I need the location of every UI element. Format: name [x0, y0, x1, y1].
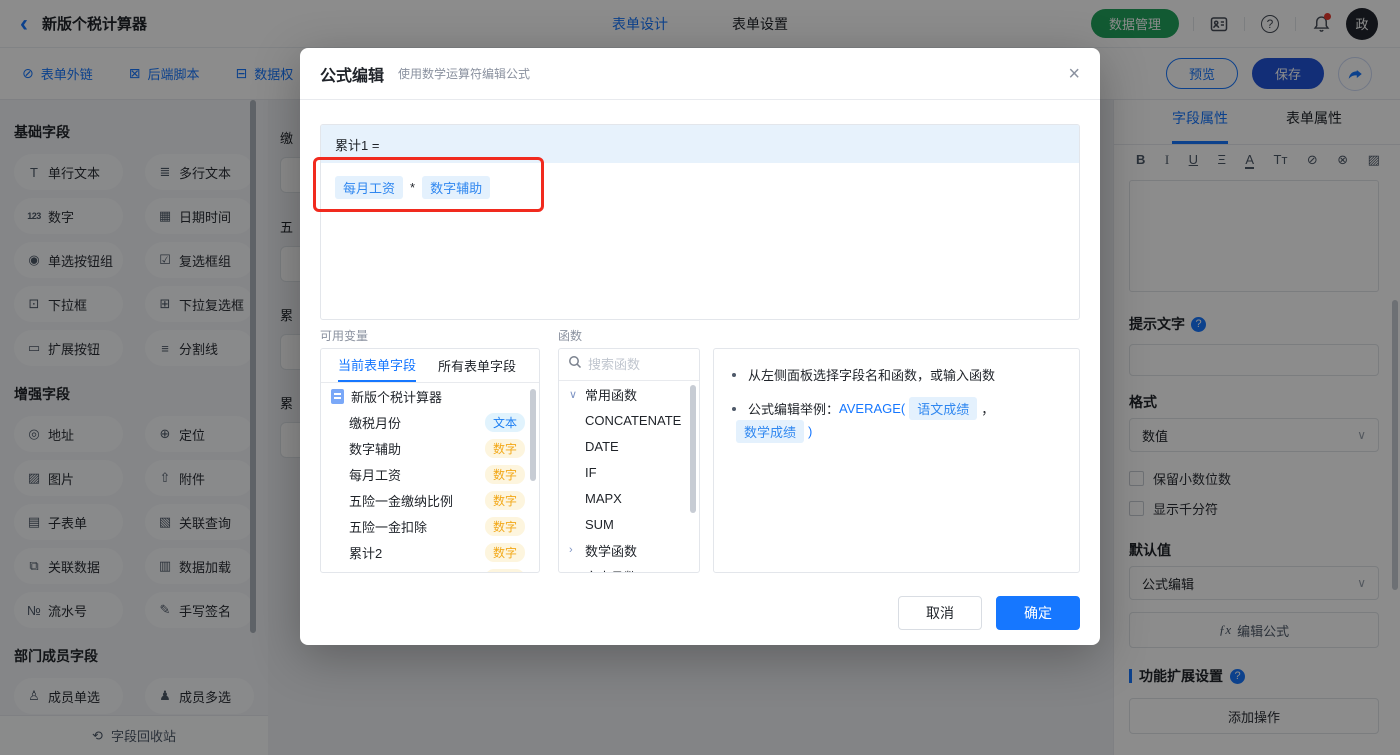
- example-field-chip: 语文成绩: [909, 397, 978, 420]
- example-function: AVERAGE(: [839, 401, 906, 416]
- formula-help-panel: 从左侧面板选择字段名和函数，或输入函数 公式编辑举例： AVERAGE( 语文成…: [713, 348, 1080, 573]
- tip-text: 从左侧面板选择字段名和函数，或输入函数: [748, 368, 996, 383]
- chevron-down-icon: ∨: [569, 388, 578, 401]
- variable-type-badge: 数字: [484, 516, 525, 536]
- variables-label: 可用变量: [320, 329, 369, 343]
- function-item[interactable]: CONCATENATE: [559, 407, 699, 433]
- formula-editor-area[interactable]: 累计1 = 每月工资 * 数字辅助: [320, 124, 1080, 320]
- variable-type-badge: 文本: [484, 412, 525, 432]
- tab-current-form-fields[interactable]: 当前表单字段: [338, 349, 417, 382]
- chevron-right-icon: ›: [569, 570, 579, 572]
- variable-type-badge: 数字: [484, 438, 525, 458]
- form-doc-icon: [331, 388, 344, 404]
- function-item[interactable]: SUM: [559, 511, 699, 537]
- variable-name: 缴税月份: [349, 415, 402, 431]
- function-item[interactable]: IF: [559, 459, 699, 485]
- variable-type-badge: 数字: [484, 490, 525, 510]
- function-group-collapsed[interactable]: › 数学函数: [559, 537, 699, 563]
- search-icon: [568, 355, 582, 374]
- variable-tree-root[interactable]: 新版个税计算器: [321, 383, 539, 409]
- function-item[interactable]: DATE: [559, 433, 699, 459]
- variable-name: 累计2: [349, 545, 383, 561]
- variable-row[interactable]: 数字辅助 数字: [321, 435, 539, 461]
- function-name: SUM: [585, 516, 614, 532]
- chevron-right-icon: ›: [569, 544, 573, 556]
- annotation-highlight-rectangle: [313, 157, 544, 212]
- tab-all-form-fields[interactable]: 所有表单字段: [438, 349, 516, 382]
- bullet-icon: [732, 406, 736, 411]
- function-name: MAPX: [585, 490, 622, 506]
- example-field-chip: 数学成绩: [736, 420, 805, 443]
- function-name: DATE: [585, 438, 619, 454]
- variable-type-badge: 数字: [484, 542, 525, 562]
- variables-panel: 当前表单字段 所有表单字段 新版个税计算器 缴税月份 文本 数字辅助 数字 每月…: [320, 348, 540, 573]
- variable-row[interactable]: 每月工资 数字: [321, 461, 539, 487]
- clipped-variable-row: 数字: [321, 565, 539, 572]
- function-group-common[interactable]: ∨ 常用函数: [559, 381, 699, 407]
- variable-name: 五险一金扣除: [349, 519, 428, 535]
- formula-editor-modal: 公式编辑 使用数学运算符编辑公式 × 累计1 = 每月工资 * 数字辅助 可用变…: [300, 48, 1100, 645]
- bullet-icon: [732, 372, 736, 377]
- modal-subtitle: 使用数学运算符编辑公式: [398, 67, 531, 81]
- variable-name: 数字辅助: [349, 441, 402, 457]
- variable-type-badge: 数字: [484, 464, 525, 484]
- close-icon[interactable]: ×: [1068, 64, 1080, 84]
- function-name: CONCATENATE: [585, 412, 682, 428]
- function-group-collapsed[interactable]: › 文本函数: [559, 563, 699, 573]
- modal-title: 公式编辑: [320, 67, 385, 85]
- confirm-button[interactable]: 确定: [996, 596, 1080, 630]
- variable-name: 每月工资: [349, 467, 402, 483]
- variables-scrollbar[interactable]: [530, 389, 536, 481]
- app-window: ‹ 新版个税计算器 表单设计 表单设置 数据管理 ? 政 ⊘ 表单外链 ⊠ 后端…: [0, 0, 1400, 755]
- functions-scrollbar[interactable]: [690, 385, 696, 513]
- variable-row[interactable]: 累计2 数字: [321, 539, 539, 565]
- function-search-input[interactable]: [588, 357, 678, 372]
- variable-name: 五险一金缴纳比例: [349, 493, 454, 509]
- function-name: IF: [585, 464, 597, 480]
- function-item[interactable]: MAPX: [559, 485, 699, 511]
- functions-label: 函数: [558, 329, 583, 343]
- variable-row[interactable]: 五险一金扣除 数字: [321, 513, 539, 539]
- variable-row[interactable]: 五险一金缴纳比例 数字: [321, 487, 539, 513]
- functions-panel: ∨ 常用函数 CONCATENATE DATE IF: [558, 348, 700, 573]
- variable-row[interactable]: 缴税月份 文本: [321, 409, 539, 435]
- cancel-button[interactable]: 取消: [898, 596, 982, 630]
